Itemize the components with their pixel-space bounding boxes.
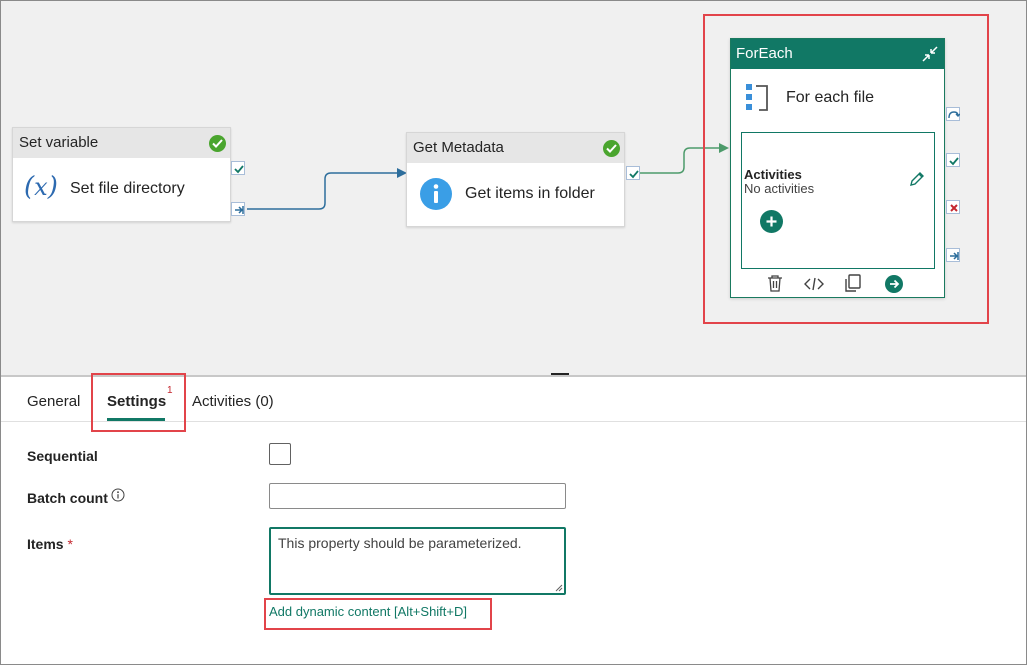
info-circle-icon[interactable] <box>111 488 125 502</box>
batch-count-label: Batch count <box>27 490 108 506</box>
tab-activities[interactable]: Activities (0) <box>192 393 274 410</box>
items-textarea[interactable]: This property should be parameterized. <box>269 527 566 595</box>
splitter-grip[interactable] <box>551 373 569 375</box>
tab-general[interactable]: General <box>27 393 80 410</box>
connector-set-variable-to-get-metadata <box>247 172 397 210</box>
set-variable-title: Set variable <box>13 128 230 158</box>
resize-handle-icon[interactable] <box>554 583 563 592</box>
sequential-checkbox[interactable] <box>269 443 291 465</box>
get-metadata-label: Get items in folder <box>465 185 595 202</box>
success-output-port[interactable] <box>626 166 640 180</box>
success-check-icon <box>603 140 620 157</box>
success-check-icon <box>209 135 226 152</box>
set-variable-activity[interactable]: Set variable (x) Set file directory <box>12 127 231 222</box>
get-metadata-activity[interactable]: Get Metadata Get items in folder <box>406 132 625 227</box>
highlight-box <box>91 373 186 432</box>
set-variable-label: Set file directory <box>70 180 185 197</box>
get-metadata-title: Get Metadata <box>407 133 624 163</box>
completion-output-port[interactable] <box>231 202 245 216</box>
required-marker: * <box>67 536 73 552</box>
variable-icon: (x) <box>24 172 58 202</box>
sequential-label: Sequential <box>27 448 98 464</box>
highlight-box <box>703 14 989 324</box>
items-value: This property should be parameterized. <box>278 535 522 551</box>
batch-count-input[interactable] <box>269 483 566 509</box>
highlight-box <box>264 598 492 630</box>
info-icon <box>420 178 452 210</box>
success-output-port[interactable] <box>231 161 245 175</box>
items-label: Items * <box>27 536 73 552</box>
